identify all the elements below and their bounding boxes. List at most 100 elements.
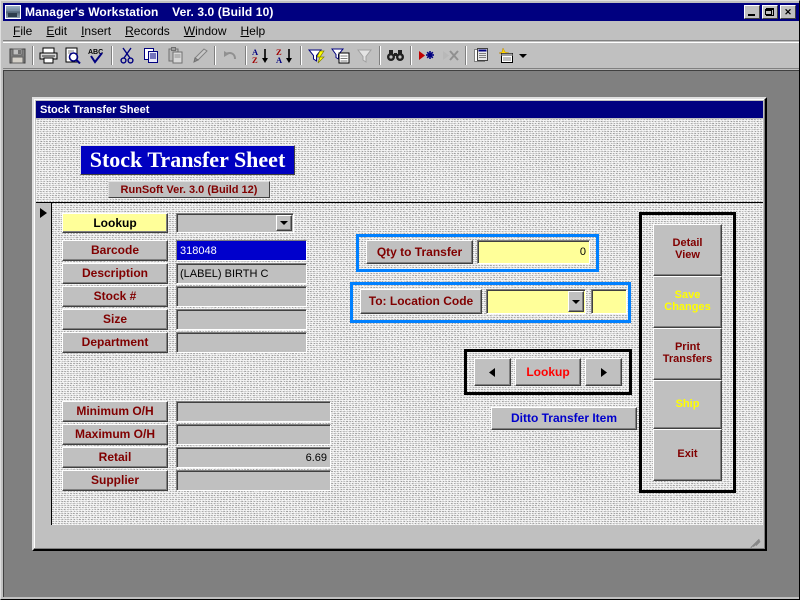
label-barcode-text: Barcode (90, 243, 140, 258)
field-to-location-extra[interactable] (591, 289, 627, 314)
label-description-text: Description (81, 266, 148, 281)
lookup-nav-button[interactable]: Lookup (515, 358, 581, 386)
label-barcode: Barcode (62, 240, 168, 261)
prev-record-button[interactable] (474, 358, 511, 386)
print-icon[interactable] (36, 44, 60, 67)
spelling-icon[interactable]: ABC (84, 44, 108, 67)
toolbar-separator (29, 45, 36, 66)
save-changes-button[interactable]: Save Changes (653, 276, 722, 328)
label-size-text: Size (102, 312, 127, 327)
label-size: Size (62, 309, 168, 330)
lookup-button-top[interactable]: Lookup (62, 213, 168, 233)
exit-button-label: Exit (677, 448, 698, 461)
label-description: Description (62, 263, 168, 284)
child-window-title: Stock Transfer Sheet (40, 103, 150, 116)
field-stock-number[interactable] (176, 286, 307, 307)
minimize-button[interactable] (744, 5, 760, 19)
form-background: Stock Transfer Sheet RunSoft Ver. 3.0 (B… (36, 119, 763, 527)
copy-icon[interactable] (139, 44, 163, 67)
right-arrow-icon (601, 367, 607, 377)
record-selector[interactable] (36, 203, 52, 527)
form-header: Stock Transfer Sheet RunSoft Ver. 3.0 (B… (36, 119, 763, 202)
print-transfers-button-label: Print Transfers (662, 341, 713, 365)
toolbar-separator (462, 45, 469, 66)
toolbar-separator (242, 45, 249, 66)
field-qty-to-transfer-value: 0 (579, 246, 586, 258)
menu-file[interactable]: File (6, 23, 39, 39)
record-selector-arrow-icon (40, 208, 47, 218)
detail-view-button[interactable]: Detail View (653, 224, 722, 276)
database-window-icon[interactable] (469, 44, 493, 67)
apply-filter-icon[interactable] (352, 44, 376, 67)
ship-button[interactable]: Ship (653, 380, 722, 429)
label-supplier: Supplier (62, 470, 168, 491)
field-maximum-oh[interactable] (176, 424, 331, 445)
label-stock-number-text: Stock # (93, 289, 137, 304)
toolbar-separator (108, 45, 115, 66)
filter-by-selection-icon[interactable] (304, 44, 328, 67)
print-transfers-button[interactable]: Print Transfers (653, 328, 722, 380)
undo-icon[interactable] (218, 44, 242, 67)
new-record-icon[interactable] (414, 44, 438, 67)
field-description[interactable]: (LABEL) BIRTH C (176, 263, 307, 284)
menu-window[interactable]: Window (177, 23, 234, 39)
field-retail[interactable]: 6.69 (176, 447, 331, 468)
delete-record-icon[interactable] (438, 44, 462, 67)
filter-by-form-icon[interactable] (328, 44, 352, 67)
window-controls: ✕ (744, 5, 796, 19)
restore-button[interactable] (762, 5, 778, 19)
detail-view-button-label: Detail View (672, 237, 703, 261)
sort-ascending-icon[interactable]: A Z (249, 44, 273, 67)
sort-descending-icon[interactable]: Z A (273, 44, 297, 67)
close-button[interactable]: ✕ (780, 5, 796, 19)
stock-transfer-sheet-window: Stock Transfer Sheet Stock Transfer Shee… (32, 97, 767, 551)
form-viewport: Stock Transfer Sheet RunSoft Ver. 3.0 (B… (36, 119, 763, 527)
child-window-title-bar: Stock Transfer Sheet (36, 101, 763, 118)
next-record-button[interactable] (585, 358, 622, 386)
field-minimum-oh[interactable] (176, 401, 331, 422)
field-size[interactable] (176, 309, 307, 330)
to-location-code-chevron-down-icon[interactable] (568, 291, 584, 312)
label-minimum-oh: Minimum O/H (62, 401, 168, 422)
left-arrow-icon (489, 367, 495, 377)
application-window: Manager's Workstation Ver. 3.0 (Build 10… (0, 0, 800, 600)
cut-icon[interactable] (115, 44, 139, 67)
field-barcode[interactable]: 318048 (176, 240, 307, 261)
menu-insert[interactable]: Insert (74, 23, 118, 39)
lookup-combo[interactable] (176, 213, 294, 233)
menu-records[interactable]: Records (118, 23, 177, 39)
label-supplier-text: Supplier (90, 473, 139, 488)
new-object-icon[interactable] (493, 44, 517, 67)
field-to-location-code[interactable] (486, 289, 586, 314)
menu-edit[interactable]: Edit (39, 23, 74, 39)
ship-button-label: Ship (675, 397, 700, 410)
save-icon[interactable] (5, 44, 29, 67)
label-department-text: Department (81, 335, 149, 350)
toolbar: ABC A Z Z A (3, 42, 799, 69)
menu-help[interactable]: Help (233, 23, 272, 39)
print-preview-icon[interactable] (60, 44, 84, 67)
field-department[interactable] (176, 332, 307, 353)
lookup-combo-chevron-down-icon[interactable] (276, 215, 292, 231)
ditto-transfer-item-button[interactable]: Ditto Transfer Item (491, 407, 637, 430)
lookup-nav-button-label: Lookup (526, 364, 570, 379)
title-bar: Manager's Workstation Ver. 3.0 (Build 10… (3, 3, 799, 21)
field-retail-value: 6.69 (305, 451, 327, 464)
field-barcode-value: 318048 (177, 241, 217, 260)
new-object-chevron-down-icon[interactable] (517, 44, 528, 67)
label-maximum-oh: Maximum O/H (62, 424, 168, 445)
format-painter-icon[interactable] (187, 44, 211, 67)
paste-icon[interactable] (163, 44, 187, 67)
label-retail: Retail (62, 447, 168, 468)
resize-grip[interactable] (748, 532, 762, 549)
field-qty-to-transfer[interactable]: 0 (477, 240, 590, 264)
field-supplier[interactable] (176, 470, 331, 491)
form-title: Stock Transfer Sheet (80, 145, 295, 175)
menu-bar: File Edit Insert Records Window Help (3, 22, 799, 41)
ditto-transfer-item-label: Ditto Transfer Item (510, 411, 618, 426)
save-changes-button-label: Save Changes (664, 289, 711, 313)
label-retail-text: Retail (98, 450, 132, 465)
exit-button[interactable]: Exit (653, 429, 722, 481)
find-icon[interactable] (383, 44, 407, 67)
app-icon (5, 5, 21, 19)
